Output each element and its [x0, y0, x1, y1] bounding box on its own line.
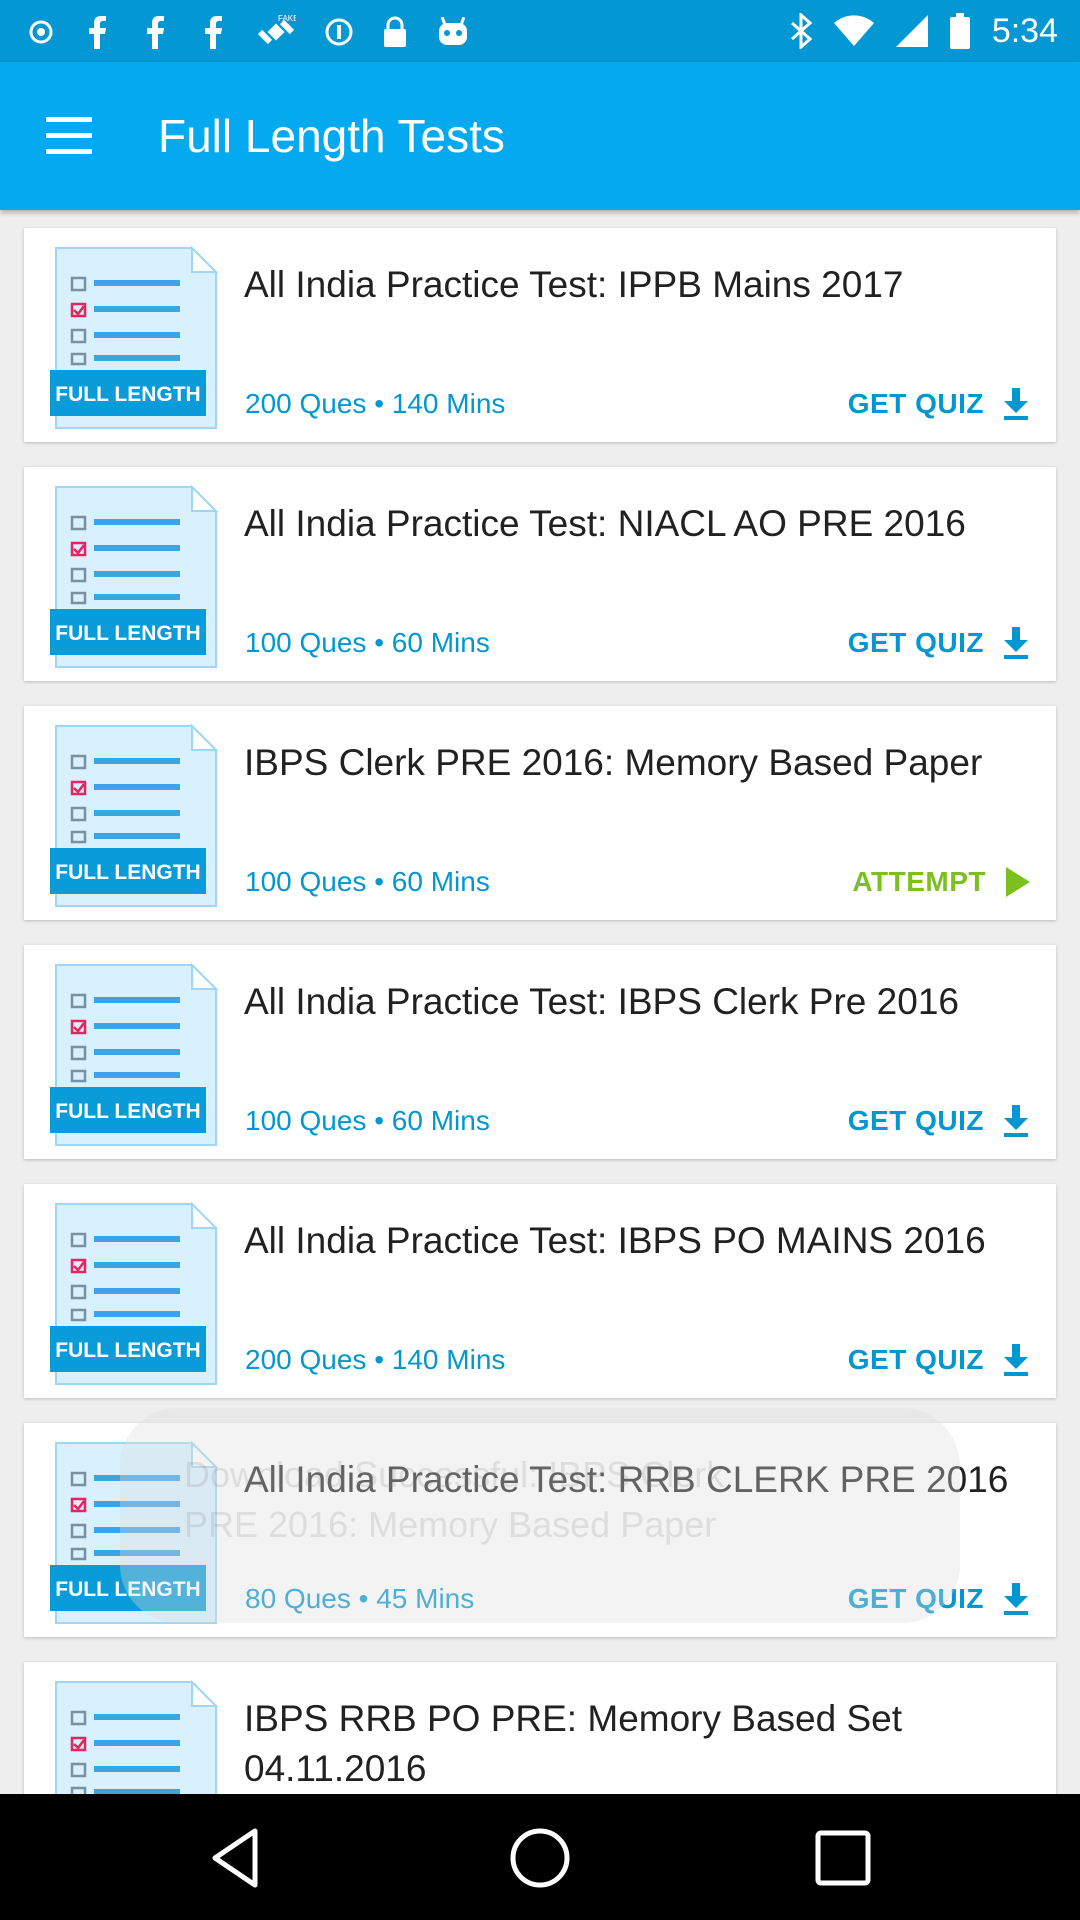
download-icon	[1004, 1583, 1028, 1615]
fake-gps-icon: FAKE	[257, 14, 296, 45]
full-length-thumbnail: FULL LENGTH	[46, 1198, 222, 1386]
download-icon	[1004, 388, 1028, 420]
facebook-icon	[89, 16, 106, 49]
battery-icon	[949, 13, 970, 49]
test-card[interactable]: FULL LENGTH All India Practice Test: NIA…	[24, 467, 1056, 681]
get-quiz-button[interactable]: GET QUIZ	[848, 1103, 1030, 1139]
attempt-label: ATTEMPT	[852, 866, 986, 897]
test-title: IBPS Clerk PRE 2016: Memory Based Paper	[244, 742, 983, 783]
test-meta: 100 Ques • 60 Mins	[245, 866, 490, 897]
test-title: IBPS RRB PO PRE: Memory Based Set 04.11.…	[244, 1698, 902, 1789]
wifi-icon	[833, 15, 874, 46]
test-meta: 200 Ques • 140 Mins	[245, 388, 506, 419]
status-time: 5:34	[991, 11, 1058, 50]
thumbnail-label: FULL LENGTH	[55, 383, 200, 406]
status-left-icons: FAKE	[28, 12, 470, 52]
test-meta: 100 Ques • 60 Mins	[245, 627, 490, 658]
test-card[interactable]: FULL LENGTH All India Practice Test: IBP…	[24, 1184, 1056, 1398]
facebook-icon	[205, 16, 222, 49]
home-circle-icon[interactable]	[505, 1823, 575, 1893]
notification-icon	[29, 20, 53, 44]
lock-icon	[384, 16, 406, 47]
android-icon	[439, 17, 467, 45]
thumbnail-label: FULL LENGTH	[55, 622, 200, 645]
get-quiz-label: GET QUIZ	[847, 1344, 984, 1375]
get-quiz-label: GET QUIZ	[847, 627, 984, 658]
full-length-thumbnail: FULL LENGTH	[46, 959, 222, 1147]
thumbnail-label: FULL LENGTH	[55, 861, 200, 884]
test-card[interactable]: FULL LENGTH IBPS Clerk PRE 2016: Memory …	[24, 706, 1056, 920]
document-checklist-icon: FULL LENGTH	[50, 1440, 219, 1624]
document-checklist-icon: FULL LENGTH	[50, 962, 219, 1146]
full-length-thumbnail: FULL LENGTH	[46, 720, 222, 908]
full-length-thumbnail: FULL LENGTH	[46, 1437, 222, 1625]
test-card[interactable]: FULL LENGTH All India Practice Test: RRB…	[24, 1423, 1056, 1637]
test-title: All India Practice Test: IBPS Clerk Pre …	[244, 981, 959, 1022]
attempt-button[interactable]: ATTEMPT	[852, 864, 1030, 900]
full-length-thumbnail: FULL LENGTH	[46, 481, 222, 669]
full-length-thumbnail: FULL LENGTH	[46, 242, 222, 430]
get-quiz-button[interactable]: GET QUIZ	[848, 625, 1030, 661]
test-meta: 100 Ques • 60 Mins	[245, 1105, 490, 1136]
svg-text:FAKE: FAKE	[278, 14, 296, 23]
test-meta: 80 Ques • 45 Mins	[245, 1583, 475, 1614]
test-card[interactable]: FULL LENGTH All India Practice Test: IPP…	[24, 228, 1056, 442]
document-checklist-icon: FULL LENGTH	[50, 1201, 219, 1385]
thumbnail-label: FULL LENGTH	[55, 1578, 200, 1601]
document-checklist-icon: FULL LENGTH	[50, 245, 219, 429]
app-bar: Full Length Tests	[0, 62, 1080, 210]
test-title: All India Practice Test: IPPB Mains 2017	[244, 264, 904, 305]
get-quiz-label: GET QUIZ	[847, 388, 984, 419]
hamburger-menu-icon[interactable]	[42, 115, 96, 157]
status-bar: FAKE 5:34	[0, 0, 1080, 62]
system-nav-bar	[0, 1794, 1080, 1920]
test-meta: 200 Ques • 140 Mins	[245, 1344, 506, 1375]
thumbnail-label: FULL LENGTH	[55, 1100, 200, 1123]
thumbnail-label: FULL LENGTH	[55, 1339, 200, 1362]
document-checklist-icon: FULL LENGTH	[50, 723, 219, 907]
test-title: All India Practice Test: NIACL AO PRE 20…	[244, 503, 966, 544]
download-icon	[1004, 1105, 1028, 1137]
recents-square-icon[interactable]	[808, 1823, 878, 1893]
get-quiz-button[interactable]: GET QUIZ	[848, 1342, 1030, 1378]
bluetooth-icon	[790, 13, 812, 49]
get-quiz-button[interactable]: GET QUIZ	[848, 1581, 1030, 1617]
status-right-icons: 5:34	[790, 0, 1058, 62]
get-quiz-label: GET QUIZ	[847, 1105, 984, 1136]
download-icon	[1004, 1344, 1028, 1376]
download-icon	[1004, 627, 1028, 659]
play-icon	[1006, 867, 1030, 897]
test-title: All India Practice Test: RRB CLERK PRE 2…	[244, 1459, 1009, 1500]
test-title: All India Practice Test: IBPS PO MAINS 2…	[244, 1220, 986, 1261]
get-quiz-button[interactable]: GET QUIZ	[848, 386, 1030, 422]
sync-icon	[325, 18, 353, 46]
back-triangle-icon[interactable]	[203, 1823, 273, 1893]
facebook-icon	[147, 16, 164, 49]
page-title: Full Length Tests	[158, 110, 505, 162]
signal-icon	[895, 15, 928, 47]
get-quiz-label: GET QUIZ	[847, 1583, 984, 1614]
test-card[interactable]: FULL LENGTH All India Practice Test: IBP…	[24, 945, 1056, 1159]
document-checklist-icon: FULL LENGTH	[50, 484, 219, 668]
